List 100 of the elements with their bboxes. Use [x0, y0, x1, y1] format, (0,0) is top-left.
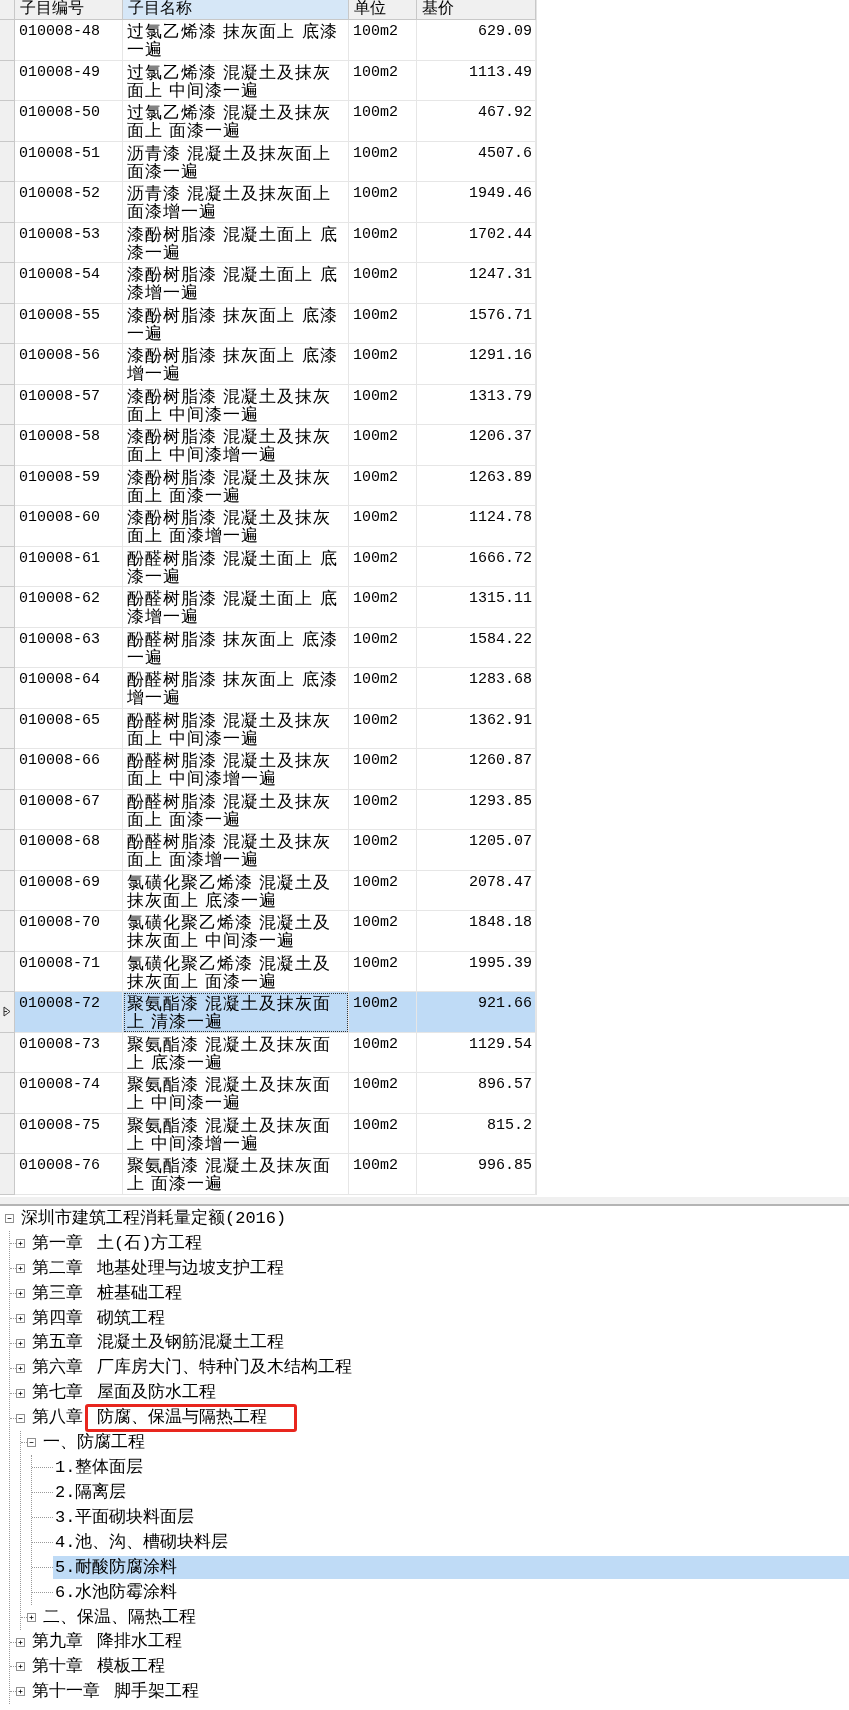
table-row[interactable]: 010008-67 酚醛树脂漆 混凝土及抹灰面上 面漆一遍 100m2 1293.85 — [15, 789, 536, 830]
table-row[interactable]: 010008-48 过氯乙烯漆 抹灰面上 底漆一遍 100m2 629.09 — [15, 20, 536, 61]
plus-box-icon[interactable] — [16, 1637, 25, 1647]
table-cell: 漆酚树脂漆 抹灰面上 底漆增一遍 — [123, 344, 349, 385]
table-cell: 896.57 — [417, 1073, 536, 1114]
table-row[interactable]: 010008-74 聚氨酯漆 混凝土及抹灰面上 中间漆一遍 100m2 896.57 — [15, 1073, 536, 1114]
table-cell: 815.2 — [417, 1113, 536, 1154]
plus-box-icon[interactable] — [27, 1612, 36, 1622]
table-cell: 1206.37 — [417, 425, 536, 466]
table-cell: 100m2 — [349, 344, 417, 385]
table-cell: 沥青漆 混凝土及抹灰面上面漆增一遍 — [123, 182, 349, 223]
table-cell: 酚醛树脂漆 混凝土及抹灰面上 面漆一遍 — [123, 789, 349, 830]
table-cell: 酚醛树脂漆 抹灰面上 底漆增一遍 — [123, 668, 349, 709]
table-row[interactable]: 010008-60 漆酚树脂漆 混凝土及抹灰面上 面漆增一遍 100m2 1124.78 — [15, 506, 536, 547]
table-cell: 100m2 — [349, 425, 417, 466]
column-header[interactable]: 子目编号 — [15, 0, 123, 20]
table-cell: 100m2 — [349, 708, 417, 749]
table-cell: 010008-72 — [15, 992, 123, 1033]
table-cell: 010008-50 — [15, 101, 123, 142]
tree-item[interactable]: 深圳市建筑工程消耗量定额(2016) — [19, 1207, 289, 1231]
table-cell: 沥青漆 混凝土及抹灰面上面漆一遍 — [123, 141, 349, 182]
table-row[interactable]: 010008-56 漆酚树脂漆 抹灰面上 底漆增一遍 100m2 1291.16 — [15, 344, 536, 385]
tree-item[interactable]: 1.整体面层 — [53, 1456, 146, 1480]
table-row[interactable]: 010008-65 酚醛树脂漆 混凝土及抹灰面上 中间漆一遍 100m2 1362.91 — [15, 708, 536, 749]
plus-box-icon[interactable] — [16, 1239, 25, 1249]
table-row[interactable]: 010008-50 过氯乙烯漆 混凝土及抹灰面上 面漆一遍 100m2 467.92 — [15, 101, 536, 142]
table-cell: 010008-67 — [15, 789, 123, 830]
table-row[interactable]: 010008-76 聚氨酯漆 混凝土及抹灰面上 面漆一遍 100m2 996.85 — [15, 1154, 536, 1195]
table-cell: 010008-59 — [15, 465, 123, 506]
table-cell: 100m2 — [349, 263, 417, 304]
table-row[interactable]: 010008-68 酚醛树脂漆 混凝土及抹灰面上 面漆增一遍 100m2 1205.07 — [15, 830, 536, 871]
plus-box-icon[interactable] — [16, 1338, 25, 1348]
table-row[interactable]: 010008-72 聚氨酯漆 混凝土及抹灰面上 清漆一遍 100m2 921.66 — [15, 992, 536, 1033]
column-header[interactable]: 单位 — [349, 0, 417, 20]
table-cell: 酚醛树脂漆 混凝土面上 底漆一遍 — [123, 546, 349, 587]
table-cell: 酚醛树脂漆 混凝土及抹灰面上 面漆增一遍 — [123, 830, 349, 871]
table-cell: 010008-54 — [15, 263, 123, 304]
minus-box-icon[interactable] — [27, 1438, 36, 1448]
table-cell: 聚氨酯漆 混凝土及抹灰面上 清漆一遍 — [123, 992, 349, 1033]
table-row[interactable]: 010008-53 漆酚树脂漆 混凝土面上 底漆一遍 100m2 1702.44 — [15, 222, 536, 263]
table-cell: 酚醛树脂漆 混凝土及抹灰面上 中间漆一遍 — [123, 708, 349, 749]
tree-item[interactable]: 二、保温、隔热工程 — [41, 1605, 198, 1629]
table-row[interactable]: 010008-58 漆酚树脂漆 混凝土及抹灰面上 中间漆增一遍 100m2 1206.37 — [15, 425, 536, 466]
table-row[interactable]: 010008-69 氯磺化聚乙烯漆 混凝土及抹灰面上 底漆一遍 100m2 2078.47 — [15, 870, 536, 911]
table-row[interactable]: 010008-52 沥青漆 混凝土及抹灰面上面漆增一遍 100m2 1949.46 — [15, 182, 536, 223]
table-cell: 010008-69 — [15, 870, 123, 911]
tree-item[interactable]: 一、防腐工程 — [41, 1431, 147, 1455]
plus-box-icon[interactable] — [16, 1264, 25, 1274]
table-cell: 100m2 — [349, 749, 417, 790]
table-cell: 过氯乙烯漆 混凝土及抹灰面上 中间漆一遍 — [123, 60, 349, 101]
table-row[interactable]: 010008-49 过氯乙烯漆 混凝土及抹灰面上 中间漆一遍 100m2 1113.49 — [15, 60, 536, 101]
table-cell: 1576.71 — [417, 303, 536, 344]
plus-box-icon[interactable] — [16, 1388, 25, 1398]
table-cell: 4507.6 — [417, 141, 536, 182]
plus-box-icon[interactable] — [16, 1289, 25, 1299]
table-cell: 1293.85 — [417, 789, 536, 830]
table-row[interactable]: 010008-70 氯磺化聚乙烯漆 混凝土及抹灰面上 中间漆一遍 100m2 1848.18 — [15, 911, 536, 952]
minus-box-icon[interactable] — [16, 1413, 25, 1423]
tree-item[interactable]: 2.隔离层 — [53, 1481, 129, 1505]
row-header[interactable] — [0, 992, 15, 1033]
table-cell: 聚氨酯漆 混凝土及抹灰面上 面漆一遍 — [123, 1154, 349, 1195]
table-cell: 漆酚树脂漆 抹灰面上 底漆一遍 — [123, 303, 349, 344]
splitter-bar[interactable] — [0, 1196, 849, 1206]
table-cell: 1313.79 — [417, 384, 536, 425]
column-header[interactable]: 子目名称 — [123, 0, 349, 20]
table-cell: 1584.22 — [417, 627, 536, 668]
table-row[interactable]: 010008-57 漆酚树脂漆 混凝土及抹灰面上 中间漆一遍 100m2 1313.79 — [15, 384, 536, 425]
table-row[interactable]: 010008-59 漆酚树脂漆 混凝土及抹灰面上 面漆一遍 100m2 1263.89 — [15, 465, 536, 506]
plus-box-icon[interactable] — [16, 1314, 25, 1323]
table-cell: 1848.18 — [417, 911, 536, 952]
table-row[interactable]: 010008-51 沥青漆 混凝土及抹灰面上面漆一遍 100m2 4507.6 — [15, 141, 536, 182]
table-cell: 010008-52 — [15, 182, 123, 223]
table-cell: 氯磺化聚乙烯漆 混凝土及抹灰面上 底漆一遍 — [123, 870, 349, 911]
table-row[interactable]: 010008-63 酚醛树脂漆 抹灰面上 底漆一遍 100m2 1584.22 — [15, 627, 536, 668]
table-cell: 1291.16 — [417, 344, 536, 385]
table-row[interactable]: 010008-54 漆酚树脂漆 混凝土面上 底漆增一遍 100m2 1247.31 — [15, 263, 536, 304]
table-row[interactable]: 010008-73 聚氨酯漆 混凝土及抹灰面上 底漆一遍 100m2 1129.54 — [15, 1032, 536, 1073]
table-cell: 100m2 — [349, 101, 417, 142]
table-cell: 010008-58 — [15, 425, 123, 466]
tree-item[interactable]: 3.平面砌块料面层 — [53, 1506, 197, 1530]
table-cell: 2078.47 — [417, 870, 536, 911]
column-header[interactable]: 基价 — [417, 0, 536, 20]
table-row[interactable]: 010008-64 酚醛树脂漆 抹灰面上 底漆增一遍 100m2 1283.68 — [15, 668, 536, 709]
minus-box-icon[interactable] — [5, 1214, 14, 1224]
tree-item[interactable]: 5.耐酸防腐涂料 — [53, 1555, 849, 1579]
table-row[interactable]: 010008-61 酚醛树脂漆 混凝土面上 底漆一遍 100m2 1666.72 — [15, 546, 536, 587]
plus-box-icon[interactable] — [16, 1662, 25, 1672]
table-row[interactable]: 010008-66 酚醛树脂漆 混凝土及抹灰面上 中间漆增一遍 100m2 1260.87 — [15, 749, 536, 790]
table-row[interactable]: 010008-62 酚醛树脂漆 混凝土面上 底漆增一遍 100m2 1315.11 — [15, 587, 536, 628]
plus-box-icon[interactable] — [16, 1687, 25, 1697]
table-cell: 100m2 — [349, 1154, 417, 1195]
tree-item[interactable]: 4.池、沟、槽砌块料层 — [53, 1531, 231, 1554]
table-cell: 010008-57 — [15, 384, 123, 425]
plus-box-icon[interactable] — [16, 1363, 25, 1373]
table-row[interactable]: 010008-55 漆酚树脂漆 抹灰面上 底漆一遍 100m2 1576.71 — [15, 303, 536, 344]
table-cell: 1702.44 — [417, 222, 536, 263]
table-cell: 100m2 — [349, 1032, 417, 1073]
table-cell: 1362.91 — [417, 708, 536, 749]
tree-item[interactable]: 6.水池防霉涂料 — [53, 1580, 180, 1604]
table-row[interactable]: 010008-75 聚氨酯漆 混凝土及抹灰面上 中间漆增一遍 100m2 815.2 — [15, 1113, 536, 1154]
